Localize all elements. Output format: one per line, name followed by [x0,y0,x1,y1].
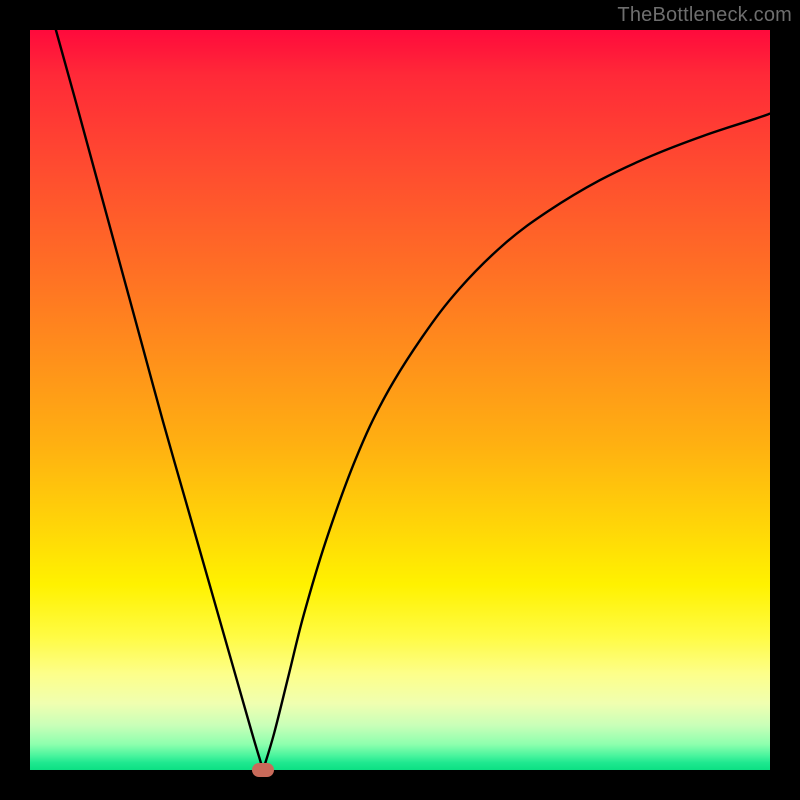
chart-frame: TheBottleneck.com [0,0,800,800]
plot-area [30,30,770,770]
min-point-marker [252,763,274,777]
curve-svg [30,30,770,770]
watermark-text: TheBottleneck.com [617,4,792,27]
curve-right-branch [263,114,770,770]
curve-left-branch [56,30,263,770]
